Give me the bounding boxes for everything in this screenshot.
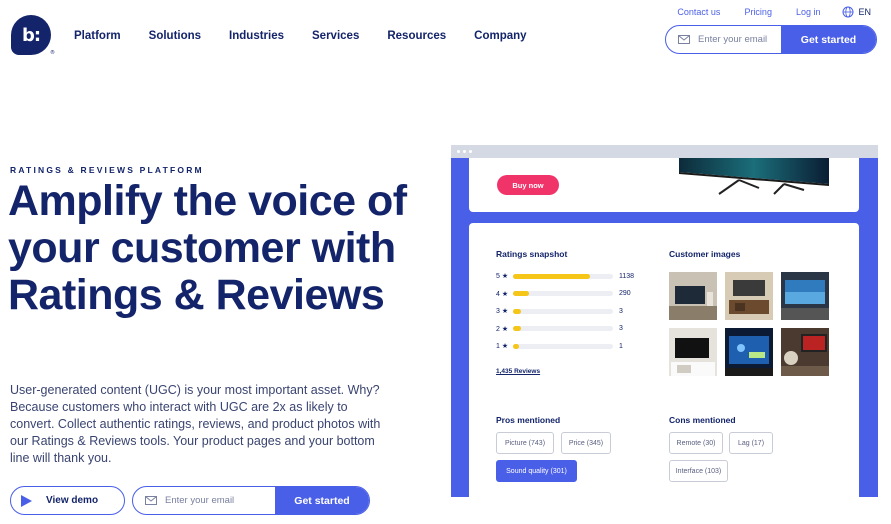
contact-link[interactable]: Contact us (677, 7, 720, 17)
rating-count: 3 (619, 325, 623, 332)
view-demo-button[interactable]: View demo (10, 486, 125, 515)
rating-count: 3 (619, 307, 623, 315)
browser-chrome (451, 145, 878, 158)
con-chip-interface[interactable]: Interface (103) (669, 460, 728, 482)
rating-bar-track (513, 343, 613, 349)
tv-image (679, 158, 829, 195)
rating-row: 4 ★ 290 (496, 289, 646, 299)
rating-count: 1 (619, 342, 623, 350)
pro-chip-price[interactable]: Price (345) (561, 432, 611, 454)
language-label: EN (858, 7, 871, 17)
hero-headline: Amplify the voice of your customer with … (8, 177, 407, 319)
hero-signup-form: Enter your email Get started (132, 486, 370, 515)
rating-star-label: 4 ★ (496, 290, 509, 298)
utility-nav: Contact us Pricing Log in EN (653, 6, 871, 18)
mail-icon (145, 496, 157, 505)
customer-image-4[interactable] (669, 328, 717, 376)
reviews-card: Ratings snapshot 5 ★ 1138 4 ★ 290 3 ★ 3 2 ★ 3 1 … (469, 223, 859, 497)
con-chip-remote[interactable]: Remote (30) (669, 432, 723, 454)
reviews-count-link[interactable]: 1,435 Reviews (496, 368, 540, 375)
login-link[interactable]: Log in (796, 7, 821, 17)
play-icon (21, 494, 32, 507)
hero-body: User-generated content (UGC) is your mos… (10, 383, 381, 465)
rating-bar-track (513, 326, 613, 331)
hero-get-started-button[interactable]: Get started (275, 487, 369, 514)
customer-image-2[interactable] (725, 272, 773, 320)
rating-star-label: 1 ★ (496, 343, 509, 350)
pros-title: Pros mentioned (496, 415, 561, 425)
globe-icon (842, 6, 854, 18)
view-demo-label: View demo (46, 495, 99, 506)
rating-bar-fill (513, 291, 529, 296)
nav-industries[interactable]: Industries (229, 30, 284, 42)
main-nav: Platform Solutions Industries Services R… (74, 30, 555, 42)
nav-platform[interactable]: Platform (74, 30, 121, 42)
rating-bar-fill (513, 308, 521, 314)
language-selector[interactable]: EN (842, 6, 871, 18)
rating-count: 290 (619, 290, 631, 297)
rating-bar-track (513, 308, 613, 314)
product-mockup: Buy now Ratings snapshot 5 ★ 1138 4 ★ 290 3 … (451, 145, 878, 497)
hero-email-placeholder: Enter your email (165, 495, 235, 506)
rating-bar-fill (513, 273, 590, 279)
customer-image-1[interactable] (669, 272, 717, 320)
mail-icon (678, 35, 690, 44)
header-get-started-button[interactable]: Get started (781, 26, 876, 53)
pricing-link[interactable]: Pricing (744, 7, 772, 17)
rating-star-label: 5 ★ (496, 273, 509, 280)
pro-chip-sound-quality[interactable]: Sound quality (301) (496, 460, 577, 482)
rating-star-label: 2 ★ (496, 325, 509, 333)
rating-bar-track (513, 291, 613, 296)
cons-title: Cons mentioned (669, 415, 736, 425)
hero-eyebrow: RATINGS & REVIEWS PLATFORM (10, 165, 204, 175)
customer-image-3[interactable] (781, 272, 829, 320)
rating-row: 1 ★ 1 (496, 341, 646, 351)
rating-row: 3 ★ 3 (496, 306, 646, 316)
nav-resources[interactable]: Resources (387, 30, 446, 42)
rating-row: 2 ★ 3 (496, 324, 646, 334)
buy-now-button[interactable]: Buy now (497, 175, 559, 195)
pro-chip-picture[interactable]: Picture (743) (496, 432, 554, 454)
rating-row: 5 ★ 1138 (496, 271, 646, 281)
header-email-placeholder: Enter your email (698, 34, 768, 45)
brand-logo[interactable]: b: ® (11, 15, 55, 56)
hero-email-field[interactable]: Enter your email (133, 487, 275, 514)
registered-mark: ® (50, 50, 55, 56)
product-card: Buy now (469, 158, 859, 212)
con-chip-lag[interactable]: Lag (17) (729, 432, 773, 454)
header-signup-form: Enter your email Get started (665, 25, 877, 54)
nav-company[interactable]: Company (474, 30, 526, 42)
customer-image-6[interactable] (781, 328, 829, 376)
rating-star-label: 3 ★ (496, 308, 509, 315)
customer-images-title: Customer images (669, 249, 741, 259)
logo-text: b: (21, 24, 41, 46)
rating-bar-fill (513, 326, 521, 331)
nav-solutions[interactable]: Solutions (149, 30, 201, 42)
rating-bar-track (513, 273, 613, 279)
customer-image-5[interactable] (725, 328, 773, 376)
header-email-field[interactable]: Enter your email (666, 26, 781, 53)
rating-bar-fill (513, 343, 519, 349)
nav-services[interactable]: Services (312, 30, 359, 42)
ratings-snapshot-title: Ratings snapshot (496, 249, 568, 259)
rating-count: 1138 (619, 272, 635, 280)
